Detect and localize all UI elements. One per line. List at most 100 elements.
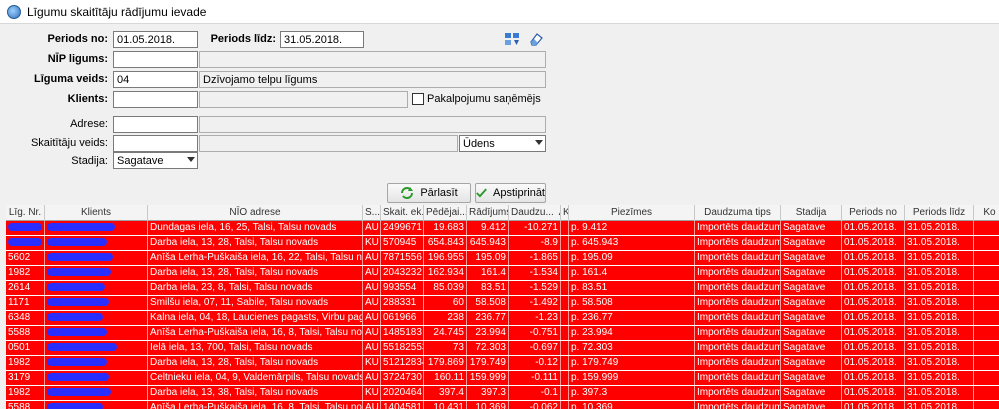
cell-quantity: -1.529 <box>509 281 561 295</box>
table-row[interactable]: 1171 Smilšu iela, 07, 11, Sabile, Talsu n… <box>6 296 999 311</box>
cell-previous-reading: 397.4 <box>424 386 467 400</box>
filter-settings-icon[interactable] <box>504 31 520 47</box>
table-row[interactable]: 3179 Celtnieku iela, 04, 9, Valdemārpils,… <box>6 371 999 386</box>
cell-quantity: -8.9 <box>509 236 561 250</box>
table-row[interactable]: 1982 Darba iela, 13, 28, Talsi, Talsu nov… <box>6 356 999 371</box>
column-header-stage[interactable]: Stadija <box>781 205 842 221</box>
cell-period-to: 31.05.2018. <box>905 221 974 235</box>
cell-period-from: 01.05.2018. <box>842 386 905 400</box>
cell-period-from: 01.05.2018. <box>842 251 905 265</box>
cell-period-to: 31.05.2018. <box>905 386 974 400</box>
column-header-previous-reading[interactable]: Pēdējai... <box>424 205 467 221</box>
cell-client <box>45 251 148 265</box>
cell-period-from: 01.05.2018. <box>842 401 905 409</box>
cell-k <box>561 251 569 265</box>
eraser-icon[interactable] <box>528 31 544 47</box>
column-header-notes[interactable]: Piezīmes <box>569 205 695 221</box>
cell-service: AU <box>363 326 381 340</box>
approve-button[interactable]: Apstiprināt <box>475 183 546 203</box>
reload-button[interactable]: Pārlasīt <box>387 183 471 203</box>
readings-grid: Līg. Nr.KlientsNĪO adreseS...Skait. ek..… <box>6 205 999 409</box>
cell-previous-reading: 24.745 <box>424 326 467 340</box>
meter-type-select[interactable]: Ūdens <box>459 135 546 152</box>
cell-period-from: 01.05.2018. <box>842 371 905 385</box>
cell-contract-nr: 3179 <box>6 371 45 385</box>
table-row[interactable]: 1982 Darba iela, 13, 28, Talsi, Talsu nov… <box>6 266 999 281</box>
cell-meter-number: 7871556 <box>381 251 424 265</box>
cell-quantity-type: Importēts daudzums <box>697 341 781 355</box>
cell-contract-nr <box>6 236 45 250</box>
table-row[interactable]: 5602 Anīša Lerha-Puškaiša iela, 16, 22, T… <box>6 251 999 266</box>
column-header-reading[interactable]: Rādījums <box>467 205 509 221</box>
stage-select[interactable]: Sagatave <box>113 152 198 169</box>
cell-ko <box>974 296 999 310</box>
redaction-mark <box>8 222 42 231</box>
column-header-client[interactable]: Klients <box>45 205 148 221</box>
table-row[interactable]: Dundagas iela, 16, 25, Talsi, Talsu nova… <box>6 221 999 236</box>
cell-ko <box>974 356 999 370</box>
cell-ko <box>974 311 999 325</box>
table-row[interactable]: 5588 Anīša Lerha-Puškaiša iela, 16, 8, Ta… <box>6 401 999 409</box>
table-row[interactable]: 5588 Anīša Lerha-Puškaiša iela, 16, 8, Ta… <box>6 326 999 341</box>
cell-stage: Sagatave <box>781 401 842 409</box>
cell-meter-number: 2499671 <box>381 221 424 235</box>
table-row[interactable]: 1982 Darba iela, 13, 38, Talsi, Talsu nov… <box>6 386 999 401</box>
cell-quantity-type: Importēts daudzums <box>697 296 781 310</box>
cell-notes: p. 397.3 <box>569 386 695 400</box>
cell-address: Anīša Lerha-Puškaiša iela, 16, 8, Talsi,… <box>150 326 363 340</box>
meter-type-code-input[interactable] <box>113 135 198 152</box>
subservice-checkbox[interactable] <box>412 93 424 105</box>
cell-quantity-type: Importēts daudzums <box>697 386 781 400</box>
cell-meter-number: 2043232 <box>381 266 424 280</box>
column-header-meter-number[interactable]: Skait. ek... <box>381 205 424 221</box>
cell-quantity: -0.12 <box>509 356 561 370</box>
cell-client <box>45 311 148 325</box>
redaction-mark <box>47 312 103 321</box>
cell-reading: 72.303 <box>467 341 509 355</box>
table-row[interactable]: Darba iela, 13, 28, Talsi, Talsu novads K… <box>6 236 999 251</box>
redaction-mark <box>47 387 111 396</box>
cell-k <box>561 326 569 340</box>
cell-stage: Sagatave <box>781 221 842 235</box>
address-input[interactable] <box>113 116 198 133</box>
column-header-k[interactable]: K <box>561 205 569 221</box>
cell-previous-reading: 10.431 <box>424 401 467 409</box>
column-header-period-from[interactable]: Periods no <box>842 205 905 221</box>
cell-client <box>45 236 148 250</box>
table-row[interactable]: 6348 Kalna iela, 04, 18, Laucienes pagast… <box>6 311 999 326</box>
column-header-address[interactable]: NĪO adrese <box>148 205 363 221</box>
column-header-quantity-type[interactable]: Daudzuma tips <box>695 205 781 221</box>
cell-meter-number: 2020464 <box>381 386 424 400</box>
cell-meter-number: 1485183 <box>381 326 424 340</box>
cell-ko <box>974 386 999 400</box>
column-header-quantity[interactable]: Daudzu... ▲ <box>509 205 561 221</box>
period-to-input[interactable]: 31.05.2018. <box>280 31 364 48</box>
contract-type-code-input[interactable]: 04 <box>113 71 198 88</box>
cell-ko <box>974 266 999 280</box>
client-input[interactable] <box>113 91 198 108</box>
cell-contract-nr <box>6 221 45 235</box>
column-header-contract-nr[interactable]: Līg. Nr. <box>6 205 45 221</box>
cell-period-to: 31.05.2018. <box>905 296 974 310</box>
nip-input[interactable] <box>113 51 198 68</box>
column-header-service[interactable]: S... <box>363 205 381 221</box>
cell-client <box>45 296 148 310</box>
cell-notes: p. 72.303 <box>569 341 695 355</box>
stage-selected: Sagatave <box>117 155 164 167</box>
cell-ko <box>974 326 999 340</box>
column-header-period-to[interactable]: Periods līdz <box>905 205 974 221</box>
cell-previous-reading: 73 <box>424 341 467 355</box>
cell-meter-number: 570945 <box>381 236 424 250</box>
subservice-label: Pakalpojumu saņēmējs <box>427 93 541 105</box>
table-row[interactable]: 0501 Ielā iela, 13, 700, Talsi, Talsu nov… <box>6 341 999 356</box>
cell-previous-reading: 238 <box>424 311 467 325</box>
cell-meter-number: 51212834 <box>383 356 424 370</box>
cell-service: AU <box>363 221 381 235</box>
cell-notes: p. 179.749 <box>569 356 695 370</box>
table-row[interactable]: 2614 Darba iela, 23, 8, Talsi, Talsu nova… <box>6 281 999 296</box>
cell-quantity-type: Importēts daudzums <box>697 266 781 280</box>
column-header-ko[interactable]: Ko <box>974 205 999 221</box>
cell-reading: 23.994 <box>467 326 509 340</box>
cell-contract-nr: 5602 <box>6 251 45 265</box>
cell-k <box>561 386 569 400</box>
